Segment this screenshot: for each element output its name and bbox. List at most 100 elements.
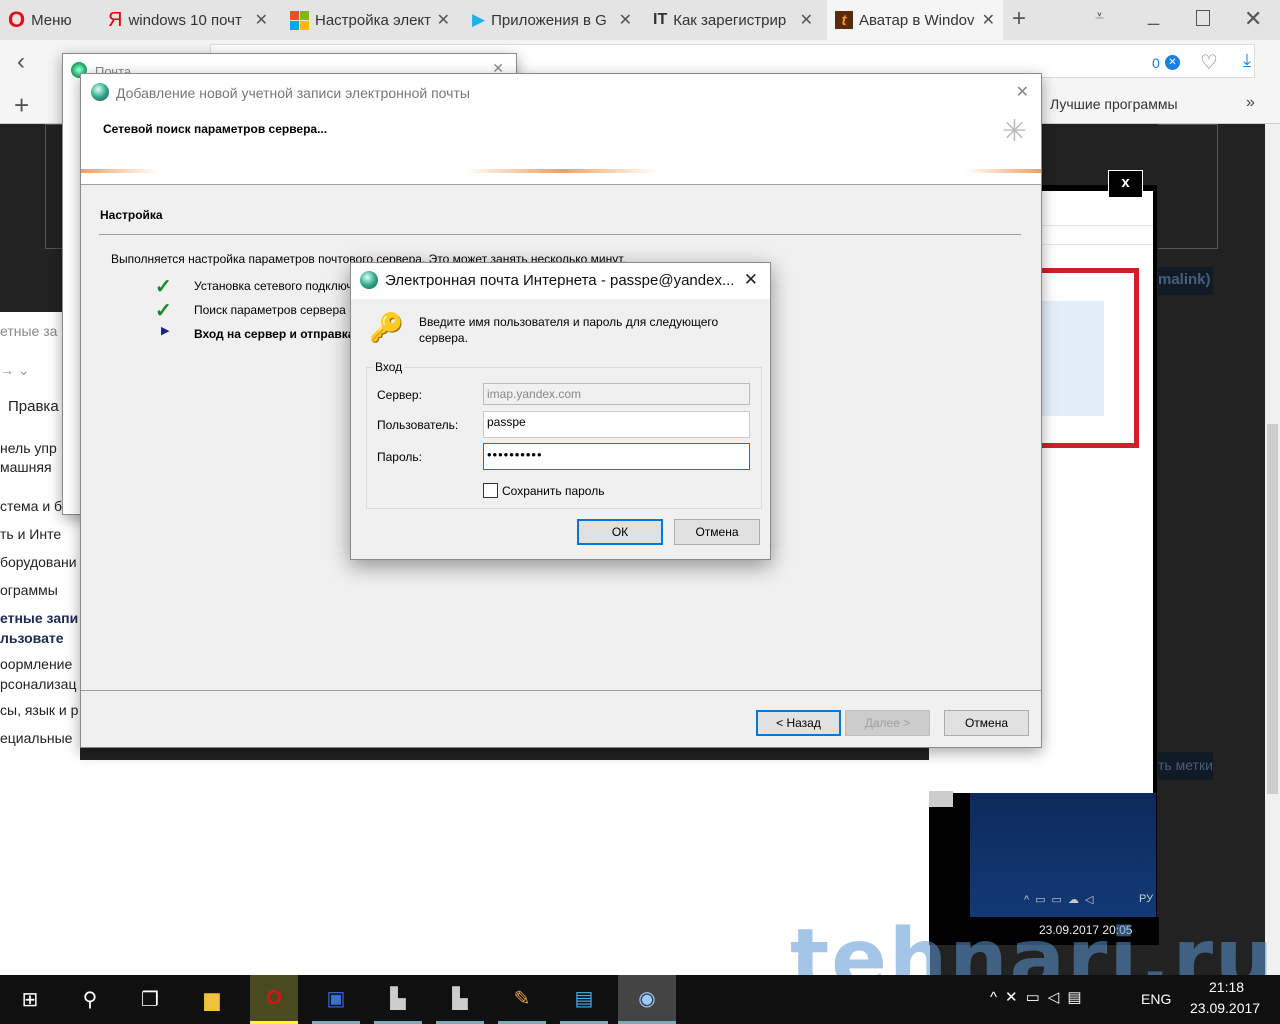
- menu-edit[interactable]: Правка: [8, 398, 59, 415]
- cp-item[interactable]: рсонализац: [0, 676, 76, 692]
- back-icon[interactable]: ‹: [17, 48, 25, 76]
- cp-item[interactable]: ограммы: [0, 582, 58, 598]
- server-field: imap.yandex.com: [483, 383, 750, 405]
- current-step-arrow-icon: ▶: [161, 325, 170, 337]
- username-field[interactable]: passpe: [483, 411, 750, 438]
- tehnari-icon: t: [835, 11, 853, 29]
- cp-item-active[interactable]: етные запи: [0, 610, 78, 626]
- tab-3[interactable]: ▶ Приложения в G ✕: [464, 0, 640, 40]
- tab-menu-icon[interactable]: ⩡: [1095, 8, 1104, 26]
- login-close-icon[interactable]: ✕: [744, 270, 758, 290]
- server-label: Сервер:: [377, 388, 422, 402]
- cp-item-active[interactable]: льзовате: [0, 630, 64, 646]
- step-label-current: Вход на сервер и отправка: [194, 327, 355, 341]
- mail-taskbar-icon[interactable]: ◉: [618, 975, 676, 1024]
- opera-menu-button[interactable]: O Меню: [0, 0, 92, 40]
- close-tab-icon[interactable]: ✕: [437, 10, 450, 30]
- page-panel: [1158, 124, 1218, 249]
- save-password-checkbox[interactable]: [483, 483, 498, 498]
- close-tab-icon[interactable]: ✕: [255, 10, 268, 30]
- cp-item[interactable]: машняя: [0, 459, 52, 475]
- close-tab-icon[interactable]: ✕: [619, 10, 632, 30]
- add-speed-dial-icon[interactable]: +: [14, 90, 29, 121]
- browser-tab-bar: O Меню Яwindows 10 почт ✕ Настройка элект…: [0, 0, 1280, 40]
- login-message: Введите имя пользователя и пароль для сл…: [419, 315, 719, 345]
- tab-5-active[interactable]: t Аватар в Windov ✕: [827, 0, 1003, 40]
- login-dialog-title: Электронная почта Интернета - passpe@yan…: [385, 272, 735, 289]
- floppy-app-icon[interactable]: ▣: [312, 975, 360, 1024]
- cp-item[interactable]: стема и б: [0, 498, 62, 514]
- cancel-button[interactable]: Отмена: [944, 710, 1029, 736]
- app-icon[interactable]: ▙: [374, 975, 422, 1024]
- permalink-button[interactable]: malink): [1158, 267, 1213, 295]
- window-close-icon[interactable]: ✕: [1244, 6, 1262, 32]
- password-field[interactable]: ••••••••••: [483, 443, 750, 470]
- bookmark-item[interactable]: Лучшие программы: [1050, 96, 1178, 112]
- wizard-title: Добавление новой учетной записи электрон…: [116, 85, 470, 101]
- searching-cursor-icon: ✳: [1001, 115, 1027, 148]
- save-password-label[interactable]: Сохранить пароль: [502, 484, 604, 498]
- step-label: Поиск параметров сервера: [194, 303, 346, 317]
- cp-item[interactable]: ециальные: [0, 730, 72, 746]
- tab-1[interactable]: Яwindows 10 почт ✕: [100, 0, 276, 40]
- back-button[interactable]: < Назад: [756, 710, 841, 736]
- tags-button[interactable]: ть метки: [1158, 752, 1213, 780]
- check-icon: ✓: [155, 300, 172, 322]
- clock-time[interactable]: 21:18: [1209, 979, 1244, 995]
- login-cancel-button[interactable]: Отмена: [674, 519, 760, 545]
- tray-icons[interactable]: ^✕▭◁▤: [990, 988, 1090, 1006]
- it-icon: IT: [653, 11, 668, 28]
- nav-arrows-icon[interactable]: → ⌄: [0, 362, 30, 379]
- yandex-icon: Я: [108, 8, 123, 31]
- opera-taskbar-icon[interactable]: O: [250, 975, 298, 1024]
- cp-item[interactable]: ть и Инте: [0, 526, 61, 542]
- search-icon[interactable]: ⚲: [66, 975, 114, 1024]
- page-scrollbar[interactable]: [1265, 124, 1280, 975]
- minimize-icon[interactable]: _: [1148, 4, 1159, 27]
- tray-lang: РУ: [1139, 893, 1154, 905]
- start-icon[interactable]: ⊞: [6, 975, 54, 1024]
- adblock-count[interactable]: 0: [1152, 55, 1160, 71]
- wizard-header: Сетевой поиск параметров сервера...: [103, 122, 328, 136]
- wizard-close-icon[interactable]: ✕: [1016, 82, 1029, 102]
- progress-stripe: [81, 169, 1041, 173]
- check-icon: ✓: [155, 276, 172, 298]
- cp-item[interactable]: борудовани: [0, 554, 77, 570]
- new-tab-icon[interactable]: +: [1012, 5, 1026, 33]
- adblock-icon[interactable]: ✕: [1165, 55, 1180, 70]
- mail-globe-icon: [360, 271, 378, 289]
- cp-item[interactable]: нель упр: [0, 440, 57, 456]
- bookmarks-more[interactable]: »: [1246, 94, 1255, 112]
- close-tab-icon[interactable]: ✕: [982, 10, 995, 30]
- app-icon[interactable]: ▙: [436, 975, 484, 1024]
- task-view-icon[interactable]: ❐: [126, 975, 174, 1024]
- file-explorer-icon[interactable]: ▆: [188, 975, 236, 1024]
- next-button[interactable]: Далее >: [845, 710, 930, 736]
- download-icon[interactable]: ⤓: [1243, 50, 1251, 71]
- cp-item[interactable]: сы, язык и р: [0, 702, 78, 718]
- tab-title: windows 10 почт: [128, 11, 242, 29]
- google-play-icon: ▶: [472, 10, 486, 29]
- control-panel-icon[interactable]: ▤: [560, 975, 608, 1024]
- mail-globe-icon: [91, 83, 109, 101]
- menu-label: Меню: [31, 11, 72, 29]
- tab-2[interactable]: Настройка элект ✕: [282, 0, 458, 40]
- tab-4[interactable]: IT Как зарегистрир ✕: [645, 0, 821, 40]
- user-label: Пользователь:: [377, 418, 459, 432]
- password-label: Пароль:: [377, 450, 422, 464]
- ok-button[interactable]: ОК: [577, 519, 663, 545]
- heart-icon[interactable]: ♡: [1200, 50, 1218, 75]
- opera-logo-icon: O: [8, 7, 26, 32]
- cp-item[interactable]: оормление: [0, 656, 72, 672]
- clock-date[interactable]: 23.09.2017: [1190, 1000, 1260, 1016]
- tab-title: Аватар в Windov: [859, 11, 975, 29]
- windows-taskbar: ⊞ ⚲ ❐ ▆ O ▣ ▙ ▙ ✎ ▤ ◉ ^✕▭◁▤ ENG 21:18 23…: [0, 975, 1280, 1024]
- restore-icon[interactable]: [1196, 10, 1210, 26]
- close-tab-icon[interactable]: ✕: [800, 10, 813, 30]
- keys-icon: 🔑: [369, 312, 404, 343]
- input-language[interactable]: ENG: [1141, 991, 1171, 1007]
- paint-icon[interactable]: ✎: [498, 975, 546, 1024]
- group-label: Вход: [373, 360, 405, 374]
- lightbox-close-button[interactable]: x: [1108, 170, 1143, 198]
- login-dialog: Электронная почта Интернета - passpe@yan…: [350, 262, 771, 560]
